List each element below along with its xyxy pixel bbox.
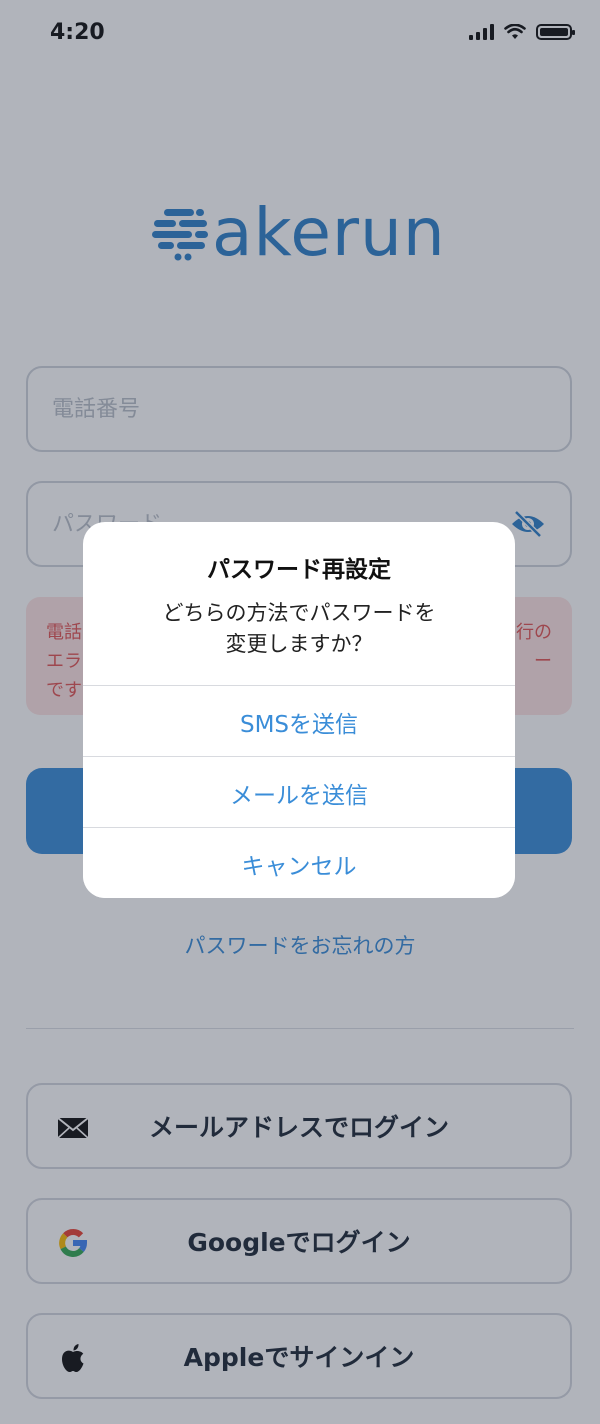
alert-message-line1: どちらの方法でパスワードを [162, 601, 436, 625]
login-screen: 4:20 akerun 電話番号 電話 行の エラ ー です パスワードをお忘れ… [0, 0, 600, 1424]
alert-message: どちらの方法でパスワードを 変更しますか？ [83, 598, 515, 660]
alert-title: パスワード再設定 [207, 557, 391, 583]
alert-message-line2: 変更しますか？ [225, 632, 373, 656]
send-email-button[interactable]: メールを送信 [83, 756, 515, 828]
password-reset-alert: パスワード再設定 どちらの方法でパスワードを 変更しますか？ SMSを送信 メー… [83, 522, 515, 898]
cancel-button[interactable]: キャンセル [83, 827, 515, 898]
send-sms-button[interactable]: SMSを送信 [83, 685, 515, 757]
